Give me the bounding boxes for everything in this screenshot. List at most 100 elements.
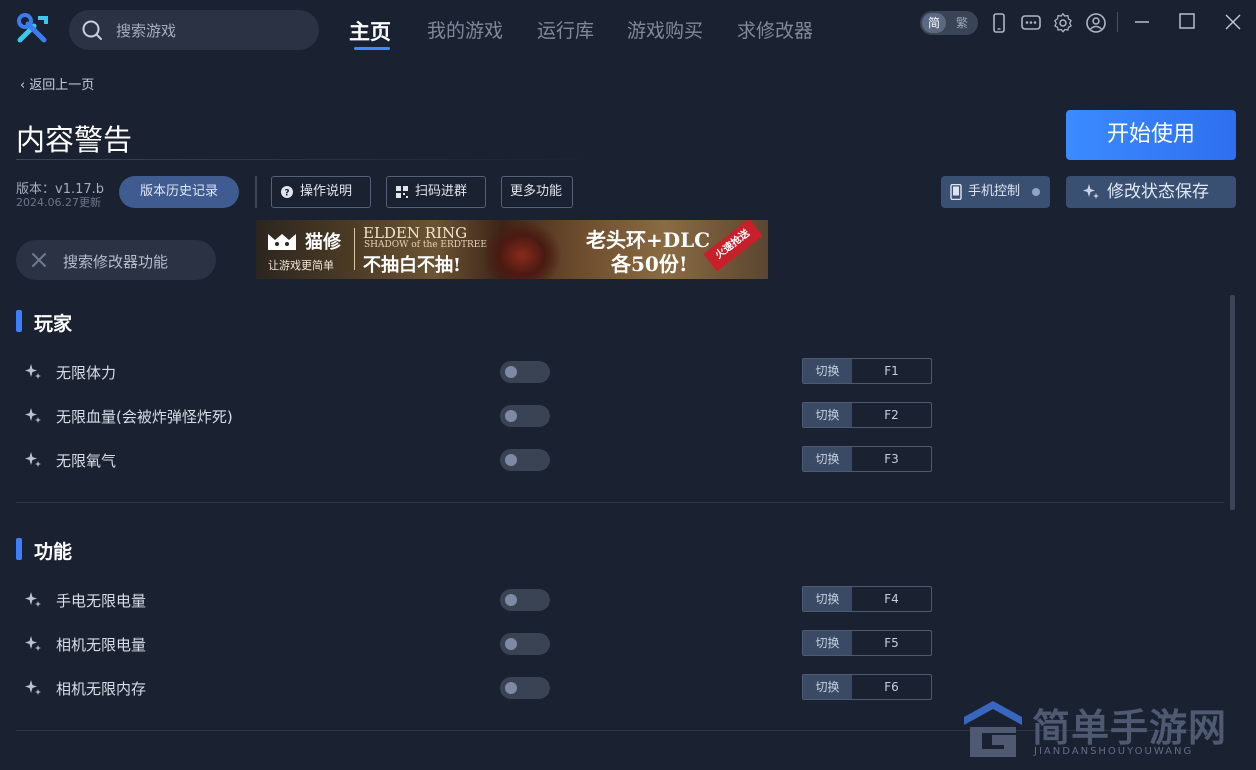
cheat-row: 无限体力 切换 F1 — [24, 358, 934, 386]
hotkey-key[interactable]: F2 — [852, 403, 931, 427]
cheat-toggle[interactable] — [500, 589, 550, 611]
banner-ribbon: 火速抢送 — [703, 220, 763, 272]
hotkey-key[interactable]: F5 — [852, 631, 931, 655]
toggle-knob — [505, 454, 517, 466]
instructions-label: 操作说明 — [300, 184, 353, 199]
search-input[interactable]: 搜索游戏 — [116, 20, 176, 41]
content-scrollbar[interactable] — [1230, 295, 1235, 510]
sparkle-icon — [25, 452, 41, 467]
hotkey-switch-button[interactable]: 切换 — [803, 359, 852, 383]
settings-gear-icon[interactable] — [1052, 12, 1074, 34]
lang-simplified[interactable]: 简 — [922, 13, 946, 33]
section-divider — [16, 502, 1224, 503]
trainer-feature-search[interactable]: 搜索修改器功能 — [16, 240, 216, 280]
minimize-icon[interactable] — [1130, 10, 1154, 34]
phone-control-label: 手机控制 — [968, 184, 1021, 199]
section-accent-bar — [16, 310, 22, 332]
hotkey-switch-button[interactable]: 切换 — [803, 447, 852, 471]
title-divider — [16, 159, 606, 160]
help-icon: ? — [281, 185, 293, 198]
promo-banner[interactable]: 猫修 让游戏更简单 ELDEN RING SHADOW of the ERDTR… — [256, 220, 768, 279]
hotkey-key[interactable]: F3 — [852, 447, 931, 471]
cheat-row: 无限血量(会被炸弹怪炸死) 切换 F2 — [24, 402, 934, 430]
scan-join-button[interactable]: 扫码进群 — [386, 176, 486, 208]
cheat-toggle[interactable] — [500, 633, 550, 655]
site-watermark: 简单手游网 JIANDANSHOUYOUWANG — [962, 697, 1252, 767]
hotkey-box: 切换 F2 — [802, 402, 932, 428]
close-icon[interactable] — [1221, 10, 1245, 34]
tab-purchase[interactable]: 游戏购买 — [627, 16, 703, 43]
cheat-name: 无限体力 — [56, 364, 117, 382]
app-logo-icon[interactable] — [14, 12, 50, 48]
chevron-left-icon: ‹ — [20, 78, 26, 93]
hotkey-box: 切换 F5 — [802, 630, 932, 656]
cheat-name: 无限氧气 — [56, 452, 117, 470]
cheat-name: 相机无限内存 — [56, 680, 147, 698]
hotkey-switch-button[interactable]: 切换 — [803, 587, 852, 611]
back-link[interactable]: ‹ 返回上一页 — [20, 74, 94, 93]
sparkle-icon — [25, 680, 41, 695]
mobile-icon — [950, 184, 962, 200]
toggle-knob — [505, 638, 517, 650]
more-features-button[interactable]: 更多功能 — [501, 176, 573, 208]
section-title: 玩家 — [34, 313, 73, 335]
cheat-row: 相机无限电量 切换 F5 — [24, 630, 934, 658]
maximize-icon[interactable] — [1175, 10, 1199, 34]
section-accent-bar — [16, 538, 22, 560]
banner-character-art — [482, 220, 562, 279]
watermark-text: 简单手游网 — [1032, 705, 1228, 750]
tools-icon — [32, 253, 46, 267]
banner-divider — [354, 228, 355, 270]
cheat-toggle[interactable] — [500, 361, 550, 383]
active-tab-indicator — [354, 47, 390, 50]
toggle-knob — [505, 366, 517, 378]
hotkey-switch-button[interactable]: 切换 — [803, 675, 852, 699]
trainer-search-input[interactable]: 搜索修改器功能 — [63, 251, 168, 272]
save-state-label: 修改状态保存 — [1107, 182, 1209, 202]
game-title: 内容警告 — [16, 123, 133, 157]
scan-join-label: 扫码进群 — [415, 184, 468, 199]
save-state-button[interactable]: 修改状态保存 — [1066, 176, 1236, 208]
hotkey-key[interactable]: F4 — [852, 587, 931, 611]
watermark-logo-icon — [964, 701, 1022, 757]
hotkey-key[interactable]: F6 — [852, 675, 931, 699]
hotkey-switch-button[interactable]: 切换 — [803, 631, 852, 655]
user-avatar-icon[interactable] — [1085, 12, 1107, 34]
phone-icon[interactable] — [988, 12, 1010, 34]
cheat-toggle[interactable] — [500, 677, 550, 699]
hotkey-key[interactable]: F1 — [852, 359, 931, 383]
watermark-subtext: JIANDANSHOUYOUWANG — [1034, 746, 1194, 757]
tab-home[interactable]: 主页 — [349, 16, 391, 46]
cheat-row: 相机无限内存 切换 F6 — [24, 674, 934, 702]
cheat-toggle[interactable] — [500, 449, 550, 471]
sparkle-icon — [25, 592, 41, 607]
hotkey-box: 切换 F6 — [802, 674, 932, 700]
game-search[interactable]: 搜索游戏 — [69, 10, 319, 50]
hotkey-switch-button[interactable]: 切换 — [803, 403, 852, 427]
sparkle-icon — [25, 408, 41, 423]
sparkle-icon — [25, 364, 41, 379]
tab-my-games[interactable]: 我的游戏 — [427, 16, 503, 43]
version-history-button[interactable]: 版本历史记录 — [119, 176, 239, 208]
tab-request-trainer[interactable]: 求修改器 — [737, 16, 813, 43]
back-label: 返回上一页 — [29, 78, 95, 93]
toolbar-divider — [255, 176, 257, 208]
cheat-toggle[interactable] — [500, 405, 550, 427]
message-icon[interactable] — [1020, 12, 1042, 34]
start-button[interactable]: 开始使用 — [1066, 110, 1236, 160]
banner-tagline: 不抽白不抽! — [363, 255, 461, 276]
hotkey-box: 切换 F3 — [802, 446, 932, 472]
phone-control-button[interactable]: 手机控制 — [941, 176, 1050, 208]
hotkey-box: 切换 F4 — [802, 586, 932, 612]
language-toggle[interactable]: 简 繁 — [920, 11, 978, 35]
maoxiu-logo-icon — [268, 234, 296, 250]
search-icon — [82, 20, 102, 40]
tab-runtime[interactable]: 运行库 — [537, 16, 594, 43]
section-title: 功能 — [34, 541, 73, 563]
cheat-name: 手电无限电量 — [56, 592, 147, 610]
title-bar: 搜索游戏 主页 我的游戏 运行库 游戏购买 求修改器 简 繁 — [0, 0, 1256, 62]
instructions-button[interactable]: ? 操作说明 — [271, 176, 371, 208]
lang-traditional[interactable]: 繁 — [956, 13, 968, 33]
svg-text:?: ? — [284, 188, 289, 198]
update-date: 2024.06.27更新 — [16, 196, 101, 209]
